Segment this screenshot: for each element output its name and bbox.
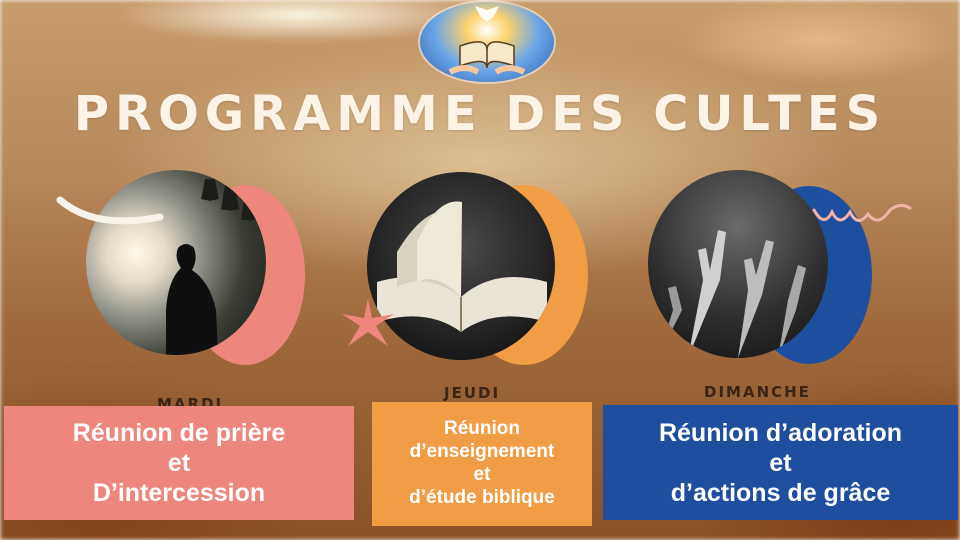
page-title: PROGRAMME DES CULTES	[73, 86, 887, 142]
service-card-dimanche: Réunion d’adoration et d’actions de grâc…	[603, 405, 958, 520]
bible-dove-logo	[420, 2, 554, 82]
service-line: d’enseignement	[409, 441, 555, 463]
day-label-dimanche: DIMANCHE	[704, 383, 811, 401]
service-line: Réunion d’adoration	[658, 418, 903, 447]
service-line: d’étude biblique	[409, 486, 555, 508]
service-line: Réunion	[444, 418, 520, 440]
service-line: Réunion de prière	[72, 419, 286, 447]
raised-hands-photo	[648, 170, 828, 358]
service-line: d’actions de grâce	[670, 478, 891, 507]
service-line: et	[769, 448, 792, 477]
service-card-mardi: Réunion de prière et D’intercession	[4, 406, 354, 520]
star-decoration	[342, 298, 394, 346]
day-label-jeudi: JEUDI	[444, 384, 501, 402]
service-card-jeudi: Réunion d’enseignement et d’étude bibliq…	[372, 402, 592, 526]
service-line: D’intercession	[92, 479, 266, 507]
service-line: et	[167, 449, 191, 477]
white-swoosh-decoration	[56, 196, 164, 225]
service-line: et	[473, 464, 491, 485]
wave-decoration	[812, 203, 912, 222]
